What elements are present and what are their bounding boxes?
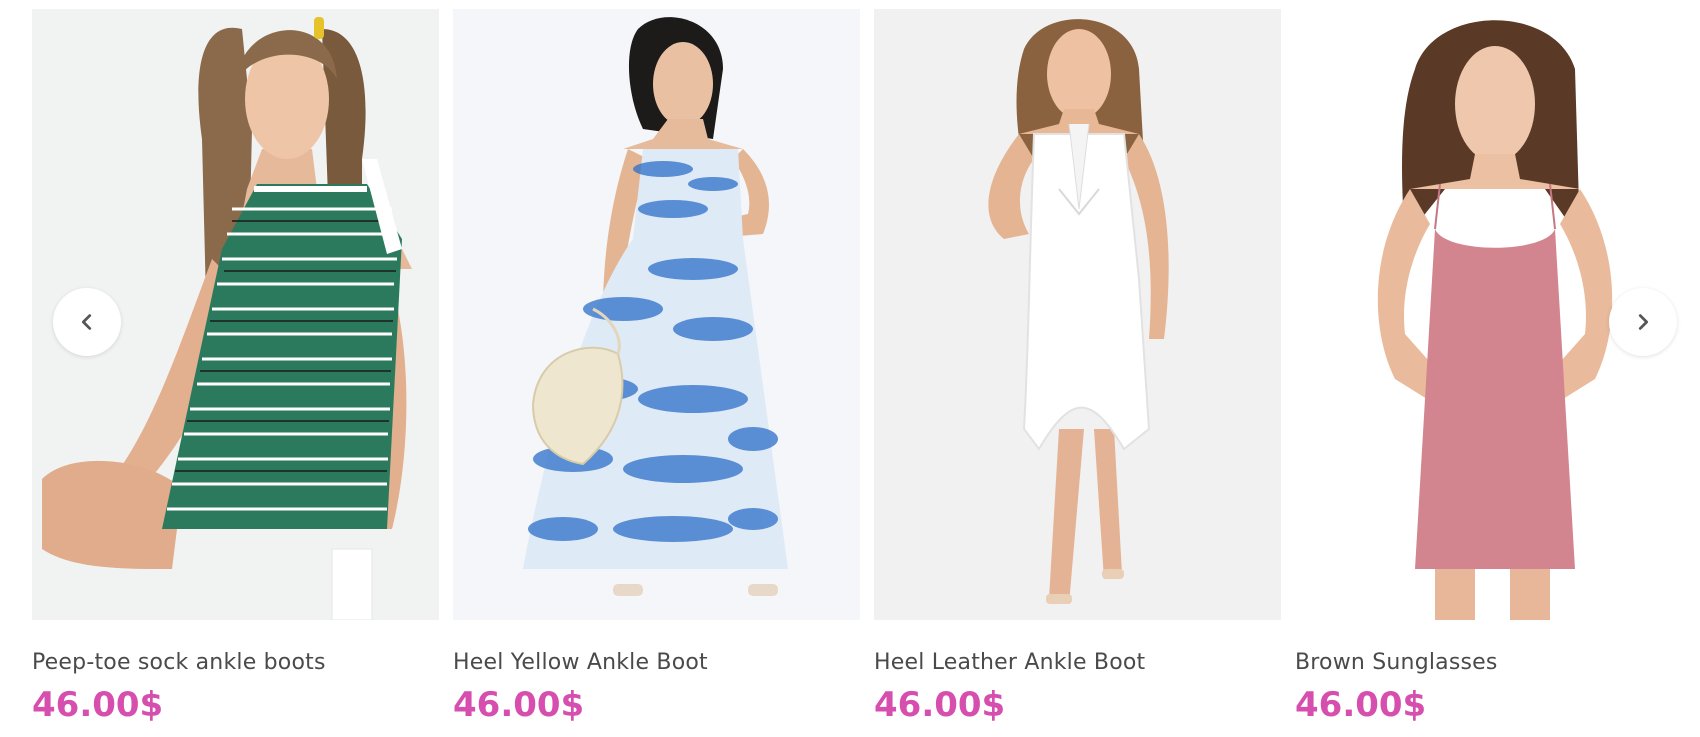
carousel-prev-button[interactable] xyxy=(53,288,121,356)
chevron-left-icon xyxy=(81,314,92,330)
carousel-next-button[interactable] xyxy=(1609,288,1677,356)
product-card[interactable]: Heel Leather Ankle Boot 46.00$ xyxy=(874,9,1281,725)
product-image[interactable] xyxy=(453,9,860,620)
product-card[interactable]: Peep-toe sock ankle boots 46.00$ xyxy=(32,9,439,725)
product-image[interactable] xyxy=(874,9,1281,620)
product-title[interactable]: Peep-toe sock ankle boots xyxy=(32,650,439,675)
product-price: 46.00$ xyxy=(1295,685,1427,725)
product-price: 46.00$ xyxy=(453,685,585,725)
product-title[interactable]: Brown Sunglasses xyxy=(1295,650,1700,675)
product-carousel: Peep-toe sock ankle boots 46.00$ Heel Ye… xyxy=(0,0,1700,737)
product-price: 46.00$ xyxy=(32,685,164,725)
product-price: 46.00$ xyxy=(874,685,1006,725)
chevron-right-icon xyxy=(1638,314,1649,330)
product-card[interactable]: Heel Yellow Ankle Boot 46.00$ xyxy=(453,9,860,725)
product-title[interactable]: Heel Yellow Ankle Boot xyxy=(453,650,860,675)
product-card[interactable]: Brown Sunglasses 46.00$ xyxy=(1295,9,1700,725)
product-title[interactable]: Heel Leather Ankle Boot xyxy=(874,650,1281,675)
